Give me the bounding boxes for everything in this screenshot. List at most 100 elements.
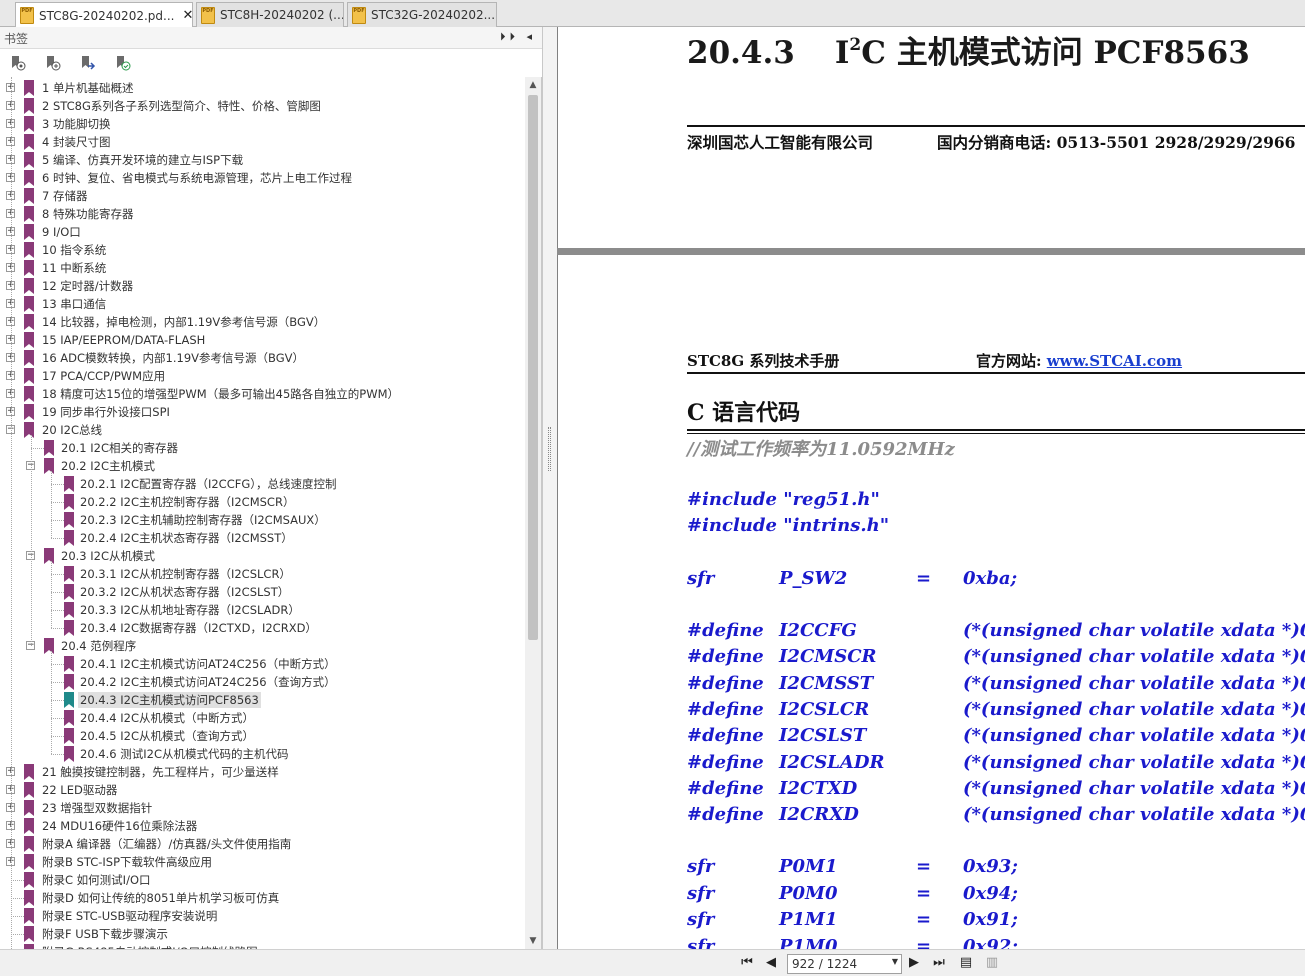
bookmark-options-icon[interactable] [10, 55, 26, 71]
bookmark-item[interactable]: 20.4.5 I2C从机模式（查询方式） [0, 727, 525, 745]
bookmark-label: 12 定时器/计数器 [42, 279, 134, 293]
bookmark-label: 6 时钟、复位、省电模式与系统电源管理，芯片上电工作过程 [42, 171, 352, 185]
next-page-icon[interactable]: ▶ [905, 954, 923, 972]
bookmark-item[interactable]: 20.2.1 I2C配置寄存器（I2CCFG），总线速度控制 [0, 475, 525, 493]
bookmark-label: 20.2 I2C主机模式 [61, 459, 155, 473]
bookmark-item[interactable]: 20.4.4 I2C从机模式（中断方式） [0, 709, 525, 727]
bookmark-label: 20.4.3 I2C主机模式访问PCF8563 [78, 692, 261, 708]
chevron-down-icon[interactable]: ▼ [892, 957, 898, 966]
bookmark-item[interactable]: +17 PCA/CCP/PWM应用 [0, 367, 525, 385]
bookmark-item[interactable]: +6 时钟、复位、省电模式与系统电源管理，芯片上电工作过程 [0, 169, 525, 187]
sync-bookmark-icon[interactable] [115, 55, 131, 71]
panel-splitter[interactable] [542, 27, 557, 949]
bookmark-label: 20.4.6 测试I2C从机模式代码的主机代码 [80, 747, 289, 761]
last-page-icon[interactable]: ⏭ [930, 954, 948, 972]
bookmark-item[interactable]: +13 串口通信 [0, 295, 525, 313]
bookmark-item[interactable]: 附录E STC-USB驱动程序安装说明 [0, 907, 525, 925]
document-view[interactable]: 20.4.3 I2C 主机模式访问 PCF8563 深圳国芯人工智能有限公司 国内… [557, 27, 1305, 949]
bookmark-icon [24, 836, 34, 852]
site-link[interactable]: www.STCAI.com [1047, 352, 1182, 370]
heading-text-pre: I [834, 35, 850, 71]
tree-connector [51, 520, 64, 521]
code-include: #include "reg51.h" [687, 489, 880, 510]
bookmark-item[interactable]: 20.3.4 I2C数据寄存器（I2CTXD，I2CRXD） [0, 619, 525, 637]
bookmark-icon [64, 728, 74, 744]
bookmark-item[interactable]: +5 编译、仿真开发环境的建立与ISP下载 [0, 151, 525, 169]
scroll-down-arrow-icon[interactable]: ▼ [525, 933, 541, 949]
sidebar-scrollbar[interactable]: ▲ ▼ [525, 77, 541, 949]
bookmark-item[interactable]: 20.3.2 I2C从机状态寄存器（I2CSLST） [0, 583, 525, 601]
bookmark-label: 7 存储器 [42, 189, 88, 203]
bookmark-item[interactable]: +3 功能脚切换 [0, 115, 525, 133]
code-keyword: #define [687, 698, 764, 720]
bookmark-label: 20.1 I2C相关的寄存器 [61, 441, 178, 455]
bookmark-label: 18 精度可达15位的增强型PWM（最多可输出45路各自独立的PWM） [42, 387, 400, 401]
bookmark-item[interactable]: +21 触摸按键控制器，先工程样片，可少量送样 [0, 763, 525, 781]
add-bookmark-icon[interactable] [45, 55, 61, 71]
code-operator: = [916, 935, 932, 950]
code-value: (*(unsigned char volatile xdata *)0xfe82… [963, 672, 1305, 694]
bookmark-item[interactable]: +7 存储器 [0, 187, 525, 205]
page-number-input[interactable]: 922 / 1224 ▼ [787, 954, 902, 974]
bookmark-item[interactable]: +8 特殊功能寄存器 [0, 205, 525, 223]
code-operator: = [916, 909, 932, 930]
bookmark-item[interactable]: −20.3 I2C从机模式 [0, 547, 525, 565]
bookmark-item[interactable]: +11 中断系统 [0, 259, 525, 277]
bookmark-item[interactable]: +4 封装尺寸图 [0, 133, 525, 151]
bookmark-item[interactable]: +2 STC8G系列各子系列选型简介、特性、价格、管脚图 [0, 97, 525, 115]
bookmark-label: 21 触摸按键控制器，先工程样片，可少量送样 [42, 765, 279, 779]
fit-page-icon[interactable]: ▤ [957, 954, 975, 972]
sidebar-collapse-buttons[interactable]: ⏵⏵ ◂ [500, 30, 536, 44]
bookmark-item[interactable]: 20.4.1 I2C主机模式访问AT24C256（中断方式） [0, 655, 525, 673]
bookmark-item[interactable]: 附录D 如何让传统的8051单片机学习板可仿真 [0, 889, 525, 907]
bookmark-item[interactable]: +14 比较器，掉电检测，内部1.19V参考信号源（BGV） [0, 313, 525, 331]
bookmark-item[interactable]: −20.2 I2C主机模式 [0, 457, 525, 475]
tree-connector [51, 628, 64, 629]
bookmark-item[interactable]: 20.1 I2C相关的寄存器 [0, 439, 525, 457]
bookmark-item[interactable]: 20.3.3 I2C从机地址寄存器（I2CSLADR） [0, 601, 525, 619]
bookmark-icon [64, 620, 74, 636]
bookmark-item[interactable]: +1 单片机基础概述 [0, 79, 525, 97]
bookmark-icon [24, 332, 34, 348]
bookmark-item[interactable]: +18 精度可达15位的增强型PWM（最多可输出45路各自独立的PWM） [0, 385, 525, 403]
bookmark-label: 20.2.1 I2C配置寄存器（I2CCFG），总线速度控制 [80, 477, 337, 491]
bookmark-item[interactable]: −20 I2C总线 [0, 421, 525, 439]
first-page-icon[interactable]: ⏮ [738, 954, 756, 972]
bookmark-item[interactable]: 20.4.2 I2C主机模式访问AT24C256（查询方式） [0, 673, 525, 691]
bookmark-item[interactable]: + 附录A 编译器（汇编器）/仿真器/头文件使用指南 [0, 835, 525, 853]
tab-stc8g[interactable]: PDF STC8G-20240202.pd... ✕ [15, 2, 193, 28]
scrollbar-thumb[interactable] [528, 95, 538, 640]
tree-connector [11, 916, 24, 917]
bookmark-item[interactable]: +19 同步串行外设接口SPI [0, 403, 525, 421]
bookmark-item[interactable]: 20.4.6 测试I2C从机模式代码的主机代码 [0, 745, 525, 763]
bookmark-icon [24, 206, 34, 222]
bookmark-label: 附录A 编译器（汇编器）/仿真器/头文件使用指南 [42, 837, 292, 851]
tab-stc32g[interactable]: PDF STC32G-20240202.... [347, 2, 497, 27]
bookmark-item[interactable]: 20.3.1 I2C从机控制寄存器（I2CSLCR） [0, 565, 525, 583]
bookmark-item[interactable]: + 附录B STC-ISP下载软件高级应用 [0, 853, 525, 871]
bookmark-item[interactable]: 20.2.3 I2C主机辅助控制寄存器（I2CMSAUX） [0, 511, 525, 529]
bookmark-item[interactable]: +10 指令系统 [0, 241, 525, 259]
bookmark-item[interactable]: 20.2.4 I2C主机状态寄存器（I2CMSST） [0, 529, 525, 547]
bookmark-item[interactable]: +12 定时器/计数器 [0, 277, 525, 295]
bookmark-item[interactable]: 附录C 如何测试I/O口 [0, 871, 525, 889]
scroll-up-arrow-icon[interactable]: ▲ [525, 77, 541, 93]
bookmark-item[interactable]: +23 增强型双数据指针 [0, 799, 525, 817]
prev-page-icon[interactable]: ◀ [762, 954, 780, 972]
bookmark-item[interactable]: 20.2.2 I2C主机控制寄存器（I2CMSCR） [0, 493, 525, 511]
close-icon[interactable]: ✕ [182, 8, 192, 23]
bookmark-item[interactable]: +9 I/O口 [0, 223, 525, 241]
bookmark-label: 附录C 如何测试I/O口 [42, 873, 151, 887]
tab-stc8h[interactable]: PDF STC8H-20240202 (... [196, 2, 344, 27]
bookmark-item[interactable]: 20.4.3 I2C主机模式访问PCF8563 [0, 691, 525, 709]
bookmark-item[interactable]: +24 MDU16硬件16位乘除法器 [0, 817, 525, 835]
go-to-bookmark-icon[interactable] [80, 55, 96, 71]
bookmark-item[interactable]: +22 LED驱动器 [0, 781, 525, 799]
bookmark-icon [24, 386, 34, 402]
splitter-grip[interactable] [548, 427, 551, 471]
fit-width-icon[interactable]: ▥ [983, 954, 1001, 972]
bookmark-item[interactable]: −20.4 范例程序 [0, 637, 525, 655]
bookmark-item[interactable]: +16 ADC模数转换，内部1.19V参考信号源（BGV） [0, 349, 525, 367]
bookmark-item[interactable]: 附录F USB下载步骤演示 [0, 925, 525, 943]
bookmark-item[interactable]: +15 IAP/EEPROM/DATA-FLASH [0, 331, 525, 349]
